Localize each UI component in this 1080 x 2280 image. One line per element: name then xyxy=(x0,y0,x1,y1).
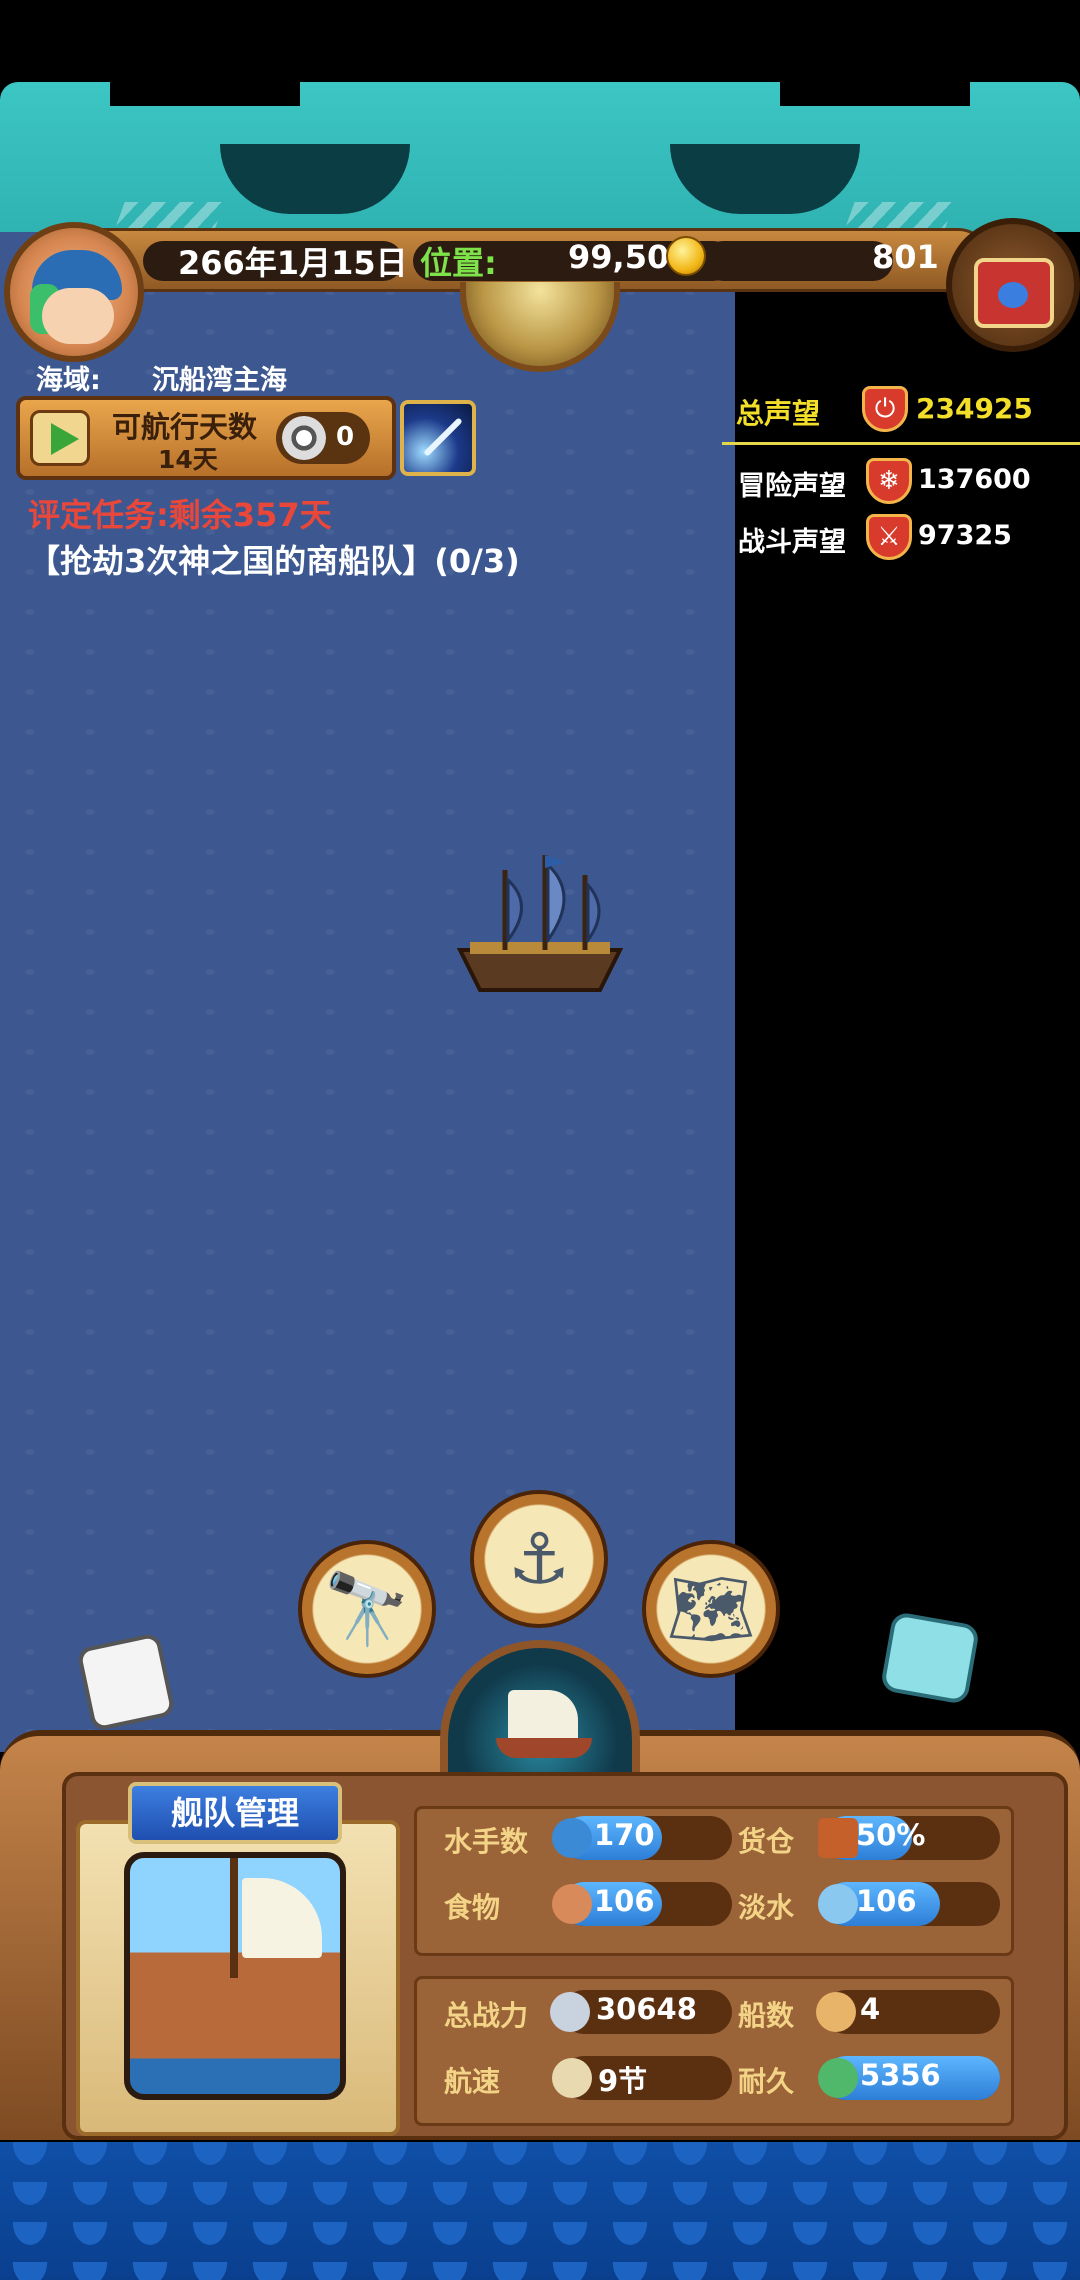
total-reputation-icon: ⏻ xyxy=(862,386,908,432)
food-value: 106 xyxy=(594,1884,655,1918)
speed-value: 9节 xyxy=(598,2064,648,2098)
spyglass-button[interactable]: 🔭 xyxy=(298,1540,436,1678)
play-icon[interactable] xyxy=(30,410,90,466)
ships-label: 船数 xyxy=(738,1999,795,2032)
total-reputation-label: 总声望 xyxy=(736,397,821,430)
anchor-icon: ⚓ xyxy=(507,1518,571,1600)
sail-icon xyxy=(508,1690,578,1744)
adventure-reputation-value: 137600 xyxy=(918,464,1031,495)
avatar-face xyxy=(42,288,114,344)
fleet-management-title[interactable]: 舰队管理 xyxy=(128,1782,342,1844)
adventure-reputation-label: 冒险声望 xyxy=(738,471,846,502)
anchor-button[interactable]: ⚓ xyxy=(470,1490,608,1628)
illustration-sail xyxy=(242,1878,322,1958)
voyage-count: 0 xyxy=(336,422,355,452)
sea-area-label: 海域: xyxy=(36,365,101,396)
adventure-reputation-icon: ❄ xyxy=(866,458,912,504)
player-avatar[interactable] xyxy=(4,222,144,362)
food-label: 食物 xyxy=(444,1891,501,1924)
task-remaining: 评定任务:剩余357天 xyxy=(28,496,332,534)
speed-sail-icon xyxy=(552,2058,592,2098)
treasure-chest-button[interactable] xyxy=(946,218,1080,352)
crossed-swords-icon xyxy=(550,1992,590,2032)
power-label: 总战力 xyxy=(444,1999,529,2032)
cat-blush-left xyxy=(115,202,225,228)
fleet-ship-illustration[interactable] xyxy=(124,1852,346,2100)
cat-eye-right xyxy=(670,144,860,214)
speed-label: 航速 xyxy=(444,2065,501,2098)
gold-amount: 801 xyxy=(872,238,939,276)
illustration-mast xyxy=(230,1858,238,1978)
total-reputation-value: 234925 xyxy=(916,392,1033,425)
bottom-waves xyxy=(0,2142,1080,2280)
cargo-label: 货仓 xyxy=(738,1825,795,1858)
world-map-icon: 🗺 xyxy=(666,1567,756,1650)
water-value: 106 xyxy=(856,1884,917,1918)
sailors-value: 170 xyxy=(594,1818,655,1852)
voyage-days-value: 14天 xyxy=(158,445,218,474)
durability-label: 耐久 xyxy=(738,2065,795,2098)
battle-reputation-label: 战斗声望 xyxy=(738,527,846,558)
chest-gem-icon xyxy=(998,282,1028,308)
battle-reputation-value: 97325 xyxy=(918,520,1012,551)
gold-coin-icon xyxy=(666,236,706,276)
cat-eye-left xyxy=(220,144,410,214)
player-ship[interactable] xyxy=(450,850,630,1000)
cat-ear-left xyxy=(110,82,300,106)
sailor-icon xyxy=(552,1818,592,1858)
ship-count-icon xyxy=(816,1992,856,2032)
battle-reputation-icon: ⚔ xyxy=(866,514,912,560)
durability-value: 5356 xyxy=(860,2058,941,2092)
white-cat-mascot xyxy=(76,1632,176,1732)
meat-icon xyxy=(552,1884,592,1924)
world-map-button[interactable]: 🗺 xyxy=(642,1540,780,1678)
water-jug-icon xyxy=(818,1884,858,1924)
water-label: 淡水 xyxy=(738,1891,795,1924)
hull-icon xyxy=(496,1738,592,1758)
game-date: 266年1月15日 xyxy=(178,244,408,282)
reputation-divider xyxy=(722,442,1080,445)
position-label: 位置: xyxy=(420,244,497,282)
position-value: 99,50 xyxy=(568,238,670,276)
cat-ear-right xyxy=(780,82,970,106)
repair-icon xyxy=(818,2058,858,2098)
silver-coin-icon xyxy=(282,416,326,460)
cargo-value: 50% xyxy=(856,1818,926,1852)
cat-blush-right xyxy=(845,202,955,228)
shooting-star-icon[interactable] xyxy=(400,400,476,476)
sailors-label: 水手数 xyxy=(444,1825,529,1858)
cat-header-decoration xyxy=(0,82,1080,232)
cargo-crate-icon xyxy=(818,1818,858,1858)
teal-cat-mascot xyxy=(879,1610,981,1706)
task-description[interactable]: 【抢劫3次神之国的商船队】(0/3) xyxy=(28,536,520,582)
spyglass-icon: 🔭 xyxy=(323,1567,411,1650)
sea-area-name: 沉船湾主海 xyxy=(152,365,287,396)
ships-value: 4 xyxy=(860,1992,881,2026)
power-value: 30648 xyxy=(596,1992,697,2026)
gold-slot xyxy=(703,241,893,281)
